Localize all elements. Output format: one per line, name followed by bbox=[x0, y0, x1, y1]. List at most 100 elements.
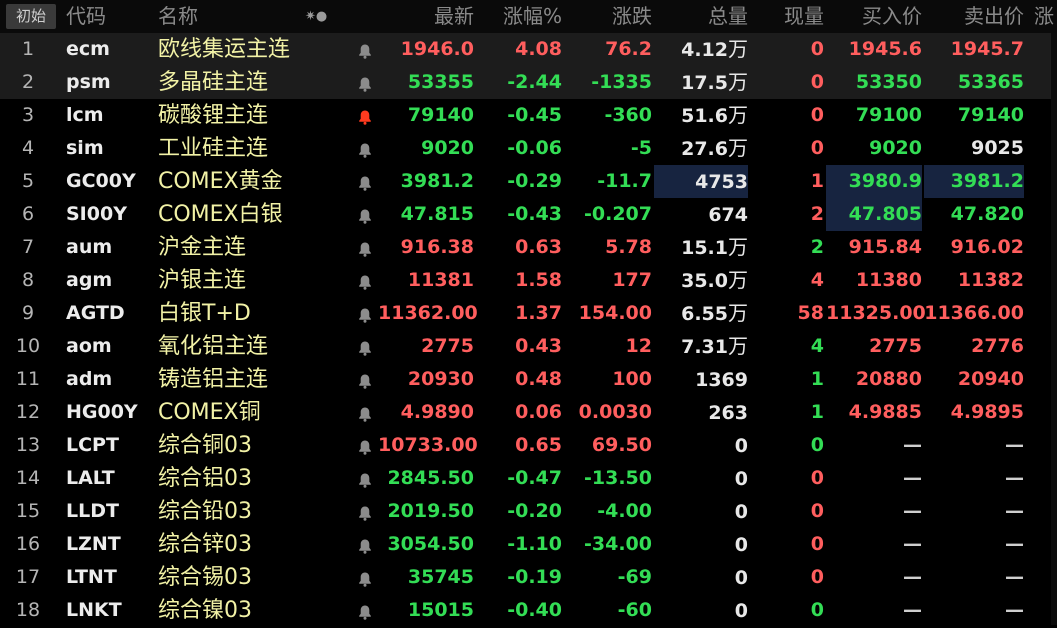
current-volume: 0 bbox=[810, 533, 824, 555]
column-header-cur[interactable]: 现量 bbox=[750, 0, 824, 33]
change-percent: 0.06 bbox=[515, 401, 562, 423]
bid-price: — bbox=[903, 434, 922, 456]
scrollbar[interactable] bbox=[1051, 33, 1057, 625]
table-row[interactable]: 7 aum 沪金主连 916.38 0.63 5.78 15.1万 2 915.84 916.02 bbox=[0, 231, 1057, 264]
table-row[interactable]: 13 LCPT 综合铜03 10733.00 0.65 69.50 0 0 — — bbox=[0, 429, 1057, 462]
alert-bell-icon[interactable] bbox=[355, 561, 375, 594]
change-amount: 12 bbox=[625, 335, 652, 357]
alert-bell-icon[interactable] bbox=[355, 528, 375, 561]
alert-bell-icon[interactable] bbox=[355, 165, 375, 198]
table-row[interactable]: 15 LLDT 综合铅03 2019.50 -0.20 -4.00 0 0 — — bbox=[0, 495, 1057, 528]
symbol-code: HG00Y bbox=[66, 401, 138, 423]
row-index: 2 bbox=[21, 71, 35, 93]
bid-price: 2775 bbox=[869, 335, 922, 357]
total-volume: 1369 bbox=[654, 363, 748, 396]
volume-unit: 万 bbox=[728, 136, 748, 160]
change-percent: 0.65 bbox=[515, 434, 562, 456]
table-row[interactable]: 8 agm 沪银主连 11381 1.58 177 35.0万 4 11380 11382 bbox=[0, 264, 1057, 297]
table-row[interactable]: 14 LALT 综合铝03 2845.50 -0.47 -13.50 0 0 — — bbox=[0, 462, 1057, 495]
table-row[interactable]: 6 SI00Y COMEX白银 47.815 -0.43 -0.207 674 2 47.805… bbox=[0, 198, 1057, 231]
total-volume: 6.55万 bbox=[654, 297, 748, 330]
change-amount: 5.78 bbox=[605, 236, 652, 258]
last-price: 47.815 bbox=[400, 203, 474, 225]
alert-bell-icon[interactable] bbox=[355, 330, 375, 363]
table-row[interactable]: 11 adm 铸造铝主连 20930 0.48 100 1369 1 20880 20940 bbox=[0, 363, 1057, 396]
alert-bell-icon[interactable] bbox=[355, 231, 375, 264]
total-volume: 0 bbox=[654, 462, 748, 495]
bid-price: — bbox=[903, 467, 922, 489]
alert-bell-icon[interactable] bbox=[355, 33, 375, 66]
ask-price: 47.820 bbox=[950, 203, 1024, 225]
symbol-code: aom bbox=[66, 335, 112, 357]
ask-price: — bbox=[1005, 533, 1024, 555]
row-index: 6 bbox=[21, 203, 35, 225]
table-row[interactable]: 18 LNKT 综合镍03 15015 -0.40 -60 0 0 — — bbox=[0, 594, 1057, 627]
alert-bell-icon[interactable] bbox=[355, 264, 375, 297]
column-header-chg[interactable]: 涨跌 bbox=[564, 0, 652, 33]
current-volume: 4 bbox=[810, 335, 824, 357]
symbol-code: adm bbox=[66, 368, 113, 390]
column-header-ask[interactable]: 卖出价 bbox=[924, 0, 1024, 33]
reset-button[interactable]: 初始 bbox=[6, 4, 56, 29]
volume-value: 17.5 bbox=[681, 72, 728, 94]
change-amount: 177 bbox=[612, 269, 652, 291]
table-row[interactable]: 16 LZNT 综合锌03 3054.50 -1.10 -34.00 0 0 — — bbox=[0, 528, 1057, 561]
table-row[interactable]: 17 LTNT 综合锡03 35745 -0.19 -69 0 0 — — bbox=[0, 561, 1057, 594]
column-header-name[interactable]: 名称 bbox=[158, 0, 198, 33]
table-row[interactable]: 9 AGTD 白银T+D 11362.00 1.37 154.00 6.55万 58 11325… bbox=[0, 297, 1057, 330]
symbol-name: 综合锌03 bbox=[158, 532, 252, 557]
alert-bell-icon[interactable] bbox=[355, 594, 375, 627]
total-volume: 674 bbox=[654, 198, 748, 231]
ask-price: 11366.00 bbox=[924, 302, 1024, 324]
column-header-last[interactable]: 最新 bbox=[378, 0, 474, 33]
symbol-name: COMEX黄金 bbox=[158, 169, 283, 194]
volume-unit: 万 bbox=[728, 103, 748, 127]
last-price: 9020 bbox=[421, 137, 474, 159]
symbol-name: COMEX铜 bbox=[158, 400, 261, 425]
alert-bell-icon[interactable] bbox=[355, 198, 375, 231]
row-index: 9 bbox=[21, 302, 35, 324]
alert-bell-icon[interactable] bbox=[355, 297, 375, 330]
ask-price: — bbox=[1005, 500, 1024, 522]
table-row[interactable]: 1 ecm 欧线集运主连 1946.0 4.08 76.2 4.12万 0 1945.6 1945… bbox=[0, 33, 1057, 66]
column-header-bid[interactable]: 买入价 bbox=[826, 0, 922, 33]
change-amount: 0.0030 bbox=[578, 401, 652, 423]
last-price: 11381 bbox=[407, 269, 474, 291]
bid-price: 1945.6 bbox=[848, 38, 922, 60]
alert-bell-icon[interactable] bbox=[355, 99, 375, 132]
alert-bell-icon[interactable] bbox=[355, 429, 375, 462]
column-settings-icon[interactable]: ✷● bbox=[305, 0, 327, 33]
ask-price: 53365 bbox=[957, 71, 1024, 93]
alert-bell-icon[interactable] bbox=[355, 66, 375, 99]
table-row[interactable]: 2 psm 多晶硅主连 53355 -2.44 -1335 17.5万 0 53350 53365 bbox=[0, 66, 1057, 99]
table-row[interactable]: 4 sim 工业硅主连 9020 -0.06 -5 27.6万 0 9020 9025 bbox=[0, 132, 1057, 165]
bid-price: 53350 bbox=[855, 71, 922, 93]
column-header-code[interactable]: 代码 bbox=[66, 0, 106, 33]
ask-price: 2776 bbox=[971, 335, 1024, 357]
table-row[interactable]: 12 HG00Y COMEX铜 4.9890 0.06 0.0030 263 1 4.9885 4… bbox=[0, 396, 1057, 429]
column-header-vol[interactable]: 总量 bbox=[654, 0, 748, 33]
symbol-code: sim bbox=[66, 137, 104, 159]
alert-bell-icon[interactable] bbox=[355, 462, 375, 495]
current-volume: 1 bbox=[810, 401, 824, 423]
change-percent: 0.43 bbox=[515, 335, 562, 357]
column-header-more[interactable]: 涨 bbox=[1034, 0, 1054, 33]
table-row[interactable]: 10 aom 氧化铝主连 2775 0.43 12 7.31万 4 2775 2776 bbox=[0, 330, 1057, 363]
alert-bell-icon[interactable] bbox=[355, 363, 375, 396]
alert-bell-icon[interactable] bbox=[355, 132, 375, 165]
column-header-pct[interactable]: 涨幅% bbox=[476, 0, 562, 33]
volume-unit: 万 bbox=[728, 235, 748, 259]
table-row[interactable]: 5 GC00Y COMEX黄金 3981.2 -0.29 -11.7 4753 1 3980.9… bbox=[0, 165, 1057, 198]
table-row[interactable]: 3 lcm 碳酸锂主连 79140 -0.45 -360 51.6万 0 79100 79140 bbox=[0, 99, 1057, 132]
alert-bell-icon[interactable] bbox=[355, 495, 375, 528]
volume-unit: 万 bbox=[728, 70, 748, 94]
symbol-name: 综合镍03 bbox=[158, 598, 252, 623]
ask-price: — bbox=[1005, 599, 1024, 621]
symbol-code: LNKT bbox=[66, 599, 122, 621]
total-volume: 0 bbox=[654, 495, 748, 528]
change-amount: -13.50 bbox=[584, 467, 652, 489]
last-price: 916.38 bbox=[400, 236, 474, 258]
ask-price: 916.02 bbox=[950, 236, 1024, 258]
alert-bell-icon[interactable] bbox=[355, 396, 375, 429]
change-amount: -4.00 bbox=[597, 500, 652, 522]
